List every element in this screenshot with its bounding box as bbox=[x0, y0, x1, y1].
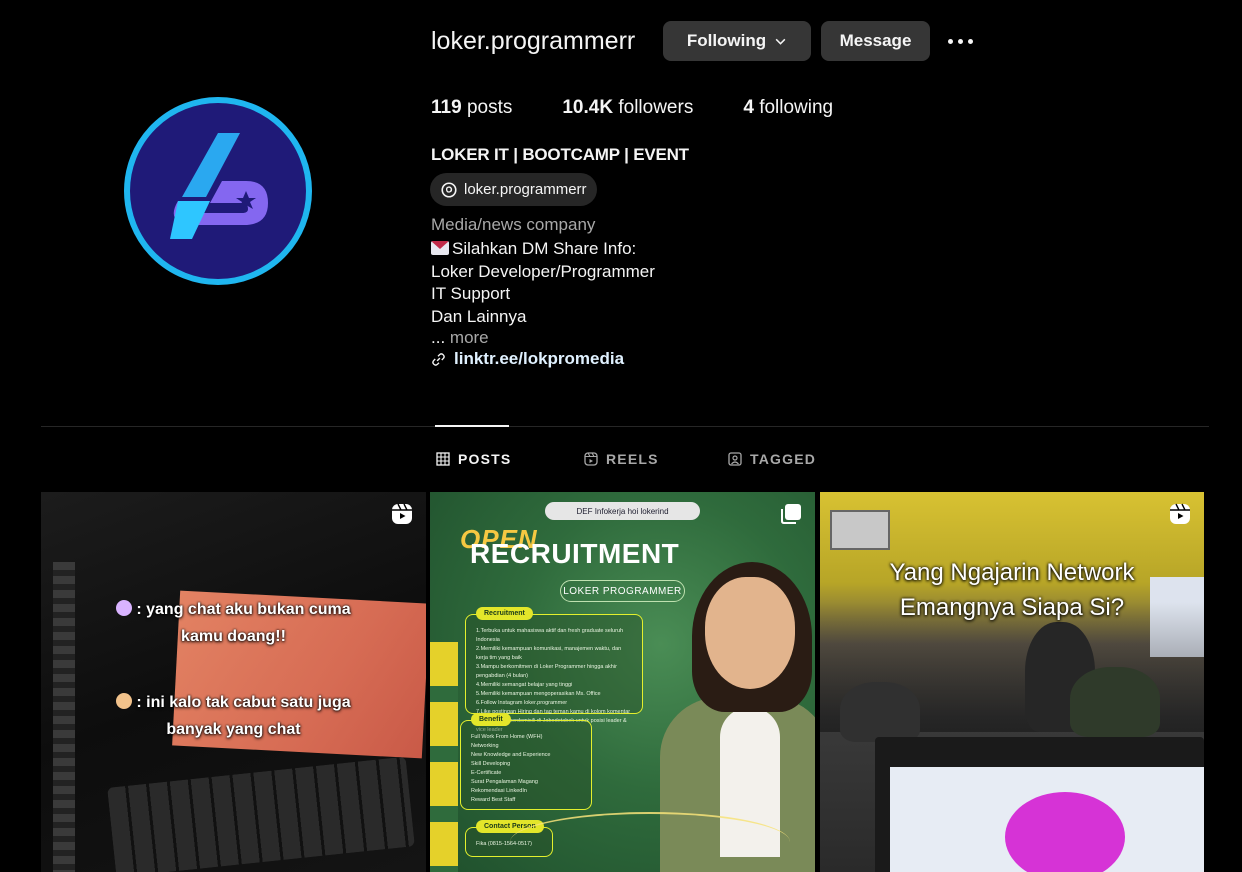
requirements-box: Recruitment 1.Terbuka untuk mahasiswa ak… bbox=[465, 607, 643, 733]
more-options-icon[interactable] bbox=[944, 28, 976, 54]
followers-count: 10.4K bbox=[562, 97, 614, 118]
posts-label: posts bbox=[466, 97, 513, 118]
benefit-box: Benefit Full Work From Home (WFH) Networ… bbox=[460, 713, 592, 810]
bio-line: IT Support bbox=[431, 284, 511, 303]
following-button-label: Following bbox=[686, 31, 767, 50]
tagged-icon bbox=[728, 452, 742, 466]
followers-stat[interactable]: 10.4K followers bbox=[562, 97, 693, 119]
bio-line: Silahkan DM Share Info: bbox=[431, 238, 655, 261]
post-image-detail bbox=[107, 756, 415, 872]
profile-full-name: LOKER IT | BOOTCAMP | EVENT bbox=[431, 145, 689, 164]
tab-posts[interactable]: POSTS bbox=[436, 451, 511, 467]
tab-tagged[interactable]: TAGGED bbox=[728, 451, 816, 467]
post-image-detail bbox=[840, 682, 920, 742]
post-image-detail bbox=[830, 510, 890, 550]
reel-icon bbox=[1170, 503, 1190, 524]
emoji-icon bbox=[116, 693, 133, 709]
post-overlay-text: Emangnya Siapa Si? bbox=[899, 594, 1125, 621]
profile-category: Media/news company bbox=[431, 215, 596, 234]
envelope-icon bbox=[431, 241, 449, 255]
bio-more-link[interactable]: ... more bbox=[431, 328, 489, 348]
post-subtitle: LOKER PROGRAMMER bbox=[560, 580, 685, 602]
message-button-label: Message bbox=[839, 31, 912, 50]
external-link-text: linktr.ee/lokpromedia bbox=[454, 349, 625, 368]
post-headline: RECRUITMENT bbox=[470, 538, 680, 569]
following-stat[interactable]: 4 following bbox=[743, 97, 833, 119]
link-icon bbox=[432, 352, 445, 366]
profile-external-link[interactable]: linktr.ee/lokpromedia bbox=[431, 349, 624, 369]
post-overlay-text: Yang Ngajarin Network bbox=[889, 559, 1135, 586]
post-tile[interactable]: DEF Infokerja hoi lokerind OPEN RECRUITM… bbox=[430, 492, 815, 872]
post-image-detail bbox=[1070, 667, 1160, 737]
post-image-detail bbox=[705, 577, 795, 689]
bio-line: Dan Lainnya bbox=[431, 306, 527, 326]
followers-label: followers bbox=[618, 97, 694, 118]
reels-icon bbox=[584, 452, 598, 466]
lp-logo-icon bbox=[170, 133, 268, 239]
carousel-icon bbox=[781, 504, 801, 524]
profile-stats: 119 posts 10.4K followers 4 following bbox=[431, 97, 883, 119]
post-overlay-text: : ini kalo tak cabut satu juga banyak ya… bbox=[41, 689, 426, 743]
profile-bio: Silahkan DM Share Info: Loker Developer/… bbox=[431, 238, 655, 328]
threads-badge[interactable]: loker.programmerr bbox=[430, 173, 597, 206]
threads-handle: loker.programmerr bbox=[464, 181, 587, 198]
posts-count: 119 bbox=[431, 97, 462, 118]
partner-logos: DEF Infokerja hoi lokerind bbox=[545, 502, 700, 520]
following-count: 4 bbox=[743, 97, 754, 118]
message-button[interactable]: Message bbox=[821, 21, 930, 61]
profile-avatar[interactable] bbox=[124, 97, 312, 285]
active-tab-indicator bbox=[435, 425, 509, 427]
tab-reels[interactable]: REELS bbox=[584, 451, 659, 467]
tabs-divider bbox=[41, 426, 1209, 427]
following-button[interactable]: Following bbox=[663, 21, 811, 61]
post-overlay-text: : yang chat aku bukan cuma kamu doang!! bbox=[41, 596, 426, 650]
post-tile[interactable]: Yang Ngajarin Network Emangnya Siapa Si? bbox=[820, 492, 1204, 872]
post-image-detail bbox=[1005, 792, 1125, 872]
reel-icon bbox=[392, 503, 412, 524]
post-image-detail bbox=[430, 642, 458, 872]
post-image-detail bbox=[510, 812, 790, 872]
chevron-down-icon bbox=[775, 38, 786, 45]
emoji-icon bbox=[116, 600, 133, 616]
following-label: following bbox=[759, 97, 834, 118]
bio-line: Loker Developer/Programmer bbox=[431, 261, 655, 281]
post-tile[interactable]: : yang chat aku bukan cuma kamu doang!! … bbox=[41, 492, 426, 872]
grid-icon bbox=[436, 452, 450, 466]
threads-icon bbox=[441, 181, 457, 198]
profile-username: loker.programmerr bbox=[431, 27, 636, 55]
posts-count-stat: 119 posts bbox=[431, 97, 512, 119]
